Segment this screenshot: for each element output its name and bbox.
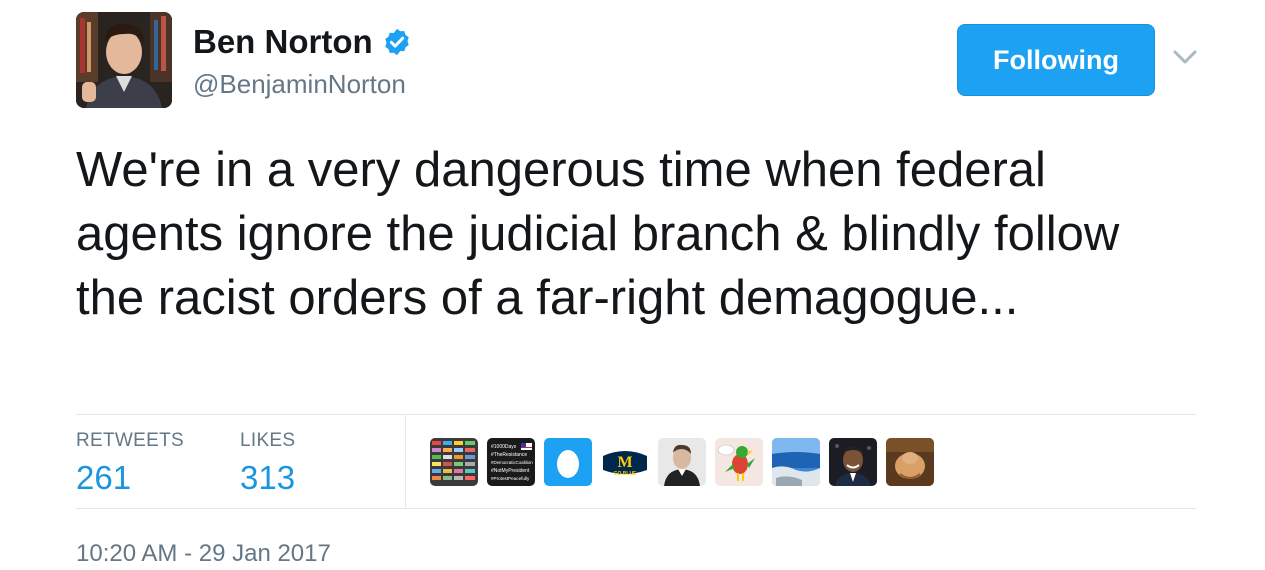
stats-separator [405,415,406,509]
stats-bottom-divider [76,508,1196,509]
hashtag-line-2: #TheResistance [491,452,527,458]
following-button[interactable]: Following [957,24,1155,96]
cartoon-bird-avatar-icon [715,438,763,486]
retweets-label: RETWEETS [76,430,184,451]
egg-avatar-icon [544,438,592,486]
liker-avatar-4[interactable]: M GO BLUE [601,438,649,486]
stats-top-divider [76,414,1196,415]
michigan-logo-avatar-icon: M GO BLUE [601,438,649,486]
tweet-text: We're in a very dangerous time when fede… [76,143,1120,325]
seascape-avatar-icon [772,438,820,486]
author-name[interactable]: Ben Norton [193,22,373,62]
liker-avatar-2[interactable]: #1000Days #TheResistance #DemocraticCoal… [487,438,535,486]
colorful-grid-avatar-icon [430,438,478,486]
verified-badge-icon [384,28,409,56]
hands-avatar-icon [886,438,934,486]
liked-by-avatars: #1000Days #TheResistance #DemocraticCoal… [430,438,934,486]
retweets-stat[interactable]: RETWEETS 261 [76,430,184,498]
retweets-count[interactable]: 261 [76,458,184,498]
michigan-text: GO BLUE [614,471,637,477]
liker-avatar-8[interactable] [829,438,877,486]
likes-count[interactable]: 313 [240,458,295,498]
liker-avatar-5[interactable] [658,438,706,486]
smiling-man-avatar-icon [829,438,877,486]
liker-avatar-9[interactable] [886,438,934,486]
michigan-letter: M [617,454,632,471]
person-portrait-avatar-icon [658,438,706,486]
liker-avatar-7[interactable] [772,438,820,486]
liker-avatar-3[interactable] [544,438,592,486]
liker-avatar-1[interactable] [430,438,478,486]
profile-photo-icon [76,12,172,108]
hashtag-line-5: #ProtestPeacefully [491,476,530,481]
likes-label: LIKES [240,430,296,451]
likes-stat[interactable]: LIKES 313 [240,430,295,498]
liker-avatar-6[interactable] [715,438,763,486]
chevron-down-icon[interactable] [1172,44,1198,70]
hashtag-line-3: #DemocraticCoalition [491,460,533,465]
hashtag-line-1: #1000Days [491,444,517,450]
author-avatar[interactable] [76,12,172,108]
hashtag-line-4: #NotMyPresident [491,468,530,474]
hashtag-list-avatar-icon: #1000Days #TheResistance #DemocraticCoal… [487,438,535,486]
tweet-timestamp[interactable]: 10:20 AM - 29 Jan 2017 [76,540,331,568]
author-handle[interactable]: @BenjaminNorton [193,68,406,100]
